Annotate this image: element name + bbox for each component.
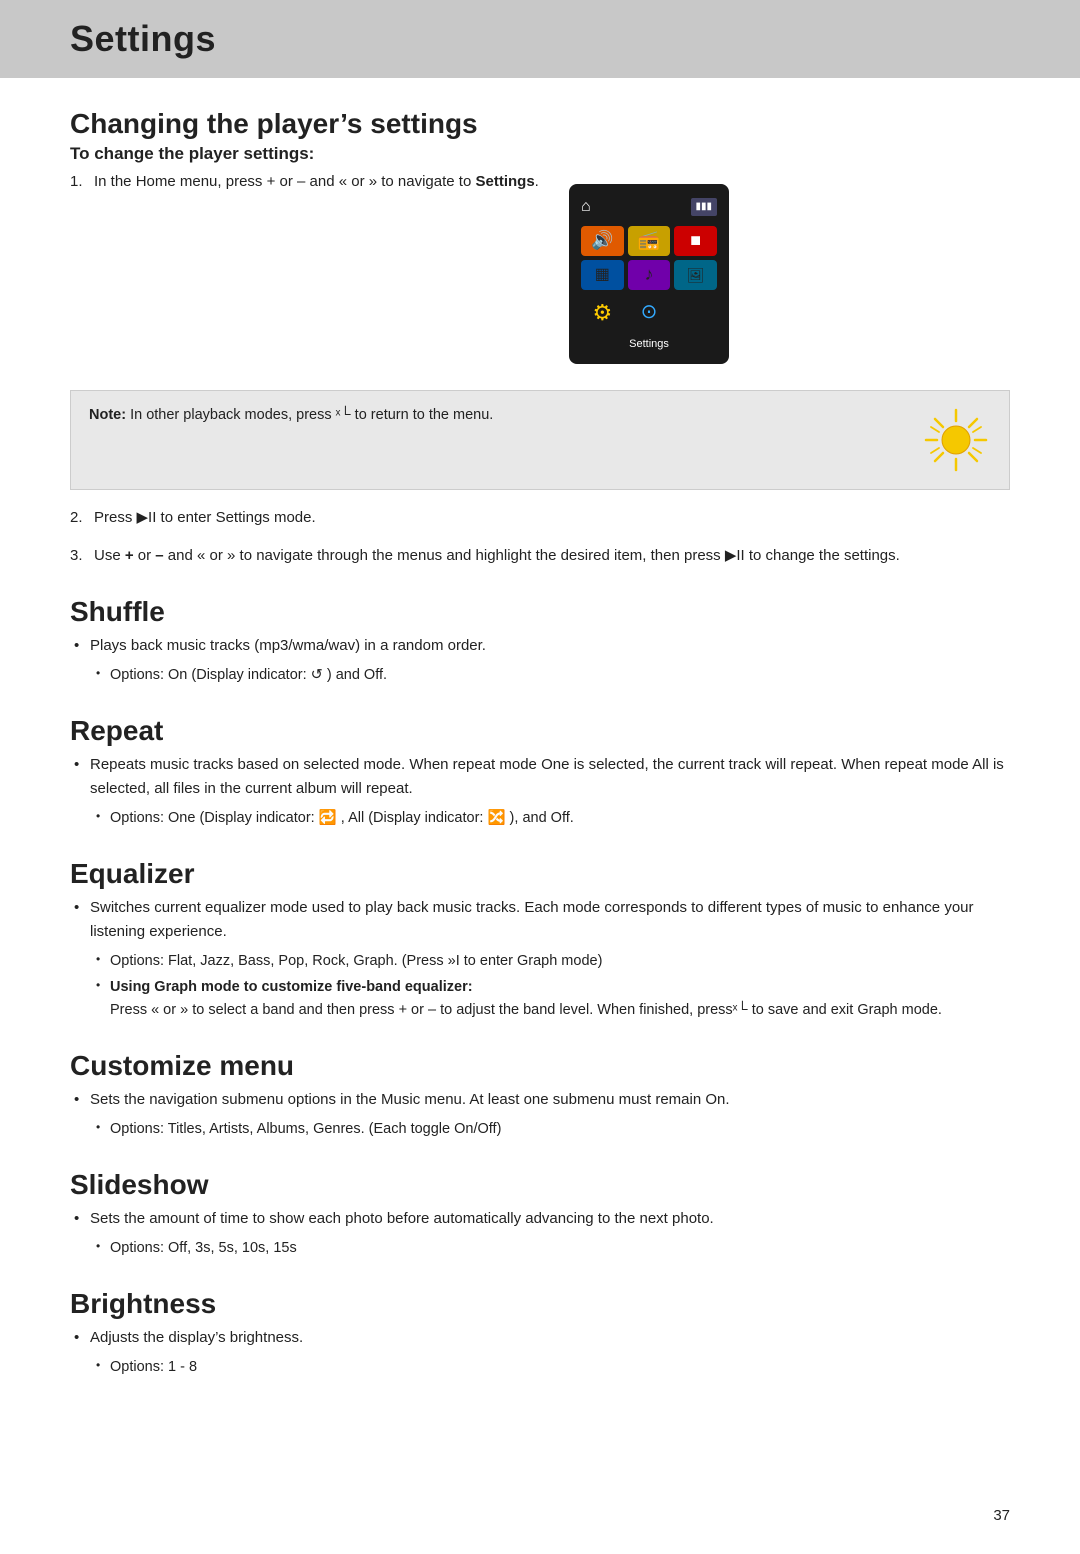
step-2-text: Press ▶II to enter Settings mode.: [94, 509, 316, 526]
section-changing-settings: Changing the player’s settings To change…: [70, 108, 1010, 568]
cell-empty: [674, 294, 717, 331]
changing-settings-subtitle: To change the player settings:: [70, 144, 1010, 164]
cell-circle: ⊙: [628, 294, 671, 331]
device-settings-label: Settings: [577, 334, 721, 356]
changing-settings-title: Changing the player’s settings: [70, 108, 1010, 140]
step-2: 2. Press ▶II to enter Settings mode.: [70, 506, 1010, 530]
equalizer-graph-label: Using Graph mode to customize five-band …: [110, 979, 473, 995]
brightness-sub-bullet: Options: 1 - 8: [94, 1356, 1010, 1379]
slideshow-title: Slideshow: [70, 1169, 1010, 1201]
sun-icon: [921, 405, 991, 475]
note-content: In other playback modes, press ˣ└ to ret…: [130, 407, 493, 423]
device-screen: ⌂ ▮▮▮ 🔊 📻 ■ ▦ ♪ 🖼 ⚙ ⊙: [577, 192, 721, 356]
slideshow-sub-list: Options: Off, 3s, 5s, 10s, 15s: [94, 1237, 1010, 1260]
equalizer-sub-list: Options: Flat, Jazz, Bass, Pop, Rock, Gr…: [94, 950, 1010, 1022]
slideshow-bullet-list: Sets the amount of time to show each pho…: [70, 1207, 1010, 1260]
repeat-title: Repeat: [70, 715, 1010, 747]
page-number: 37: [993, 1507, 1010, 1524]
slideshow-bullet: Sets the amount of time to show each pho…: [70, 1207, 1010, 1231]
note-label: Note:: [89, 407, 126, 423]
equalizer-bullet-list: Switches current equalizer mode used to …: [70, 896, 1010, 1022]
equalizer-graph-text: Press « or » to select a band and then p…: [110, 1002, 942, 1018]
step-3-text: Use + or – and « or » to navigate throug…: [94, 547, 900, 564]
repeat-bullet-list: Repeats music tracks based on selected m…: [70, 753, 1010, 830]
equalizer-title: Equalizer: [70, 858, 1010, 890]
customize-menu-title: Customize menu: [70, 1050, 1010, 1082]
device-grid: 🔊 📻 ■ ▦ ♪ 🖼 ⚙ ⊙: [577, 222, 721, 335]
battery-icon: ▮▮▮: [691, 198, 718, 216]
step-1: 1. In the Home menu, press + or – and « …: [70, 170, 1010, 374]
section-slideshow: Slideshow Sets the amount of time to sho…: [70, 1169, 1010, 1260]
note-box: Note: In other playback modes, press ˣ└ …: [70, 390, 1010, 490]
cell-settings: ⚙: [581, 294, 624, 331]
section-equalizer: Equalizer Switches current equalizer mod…: [70, 858, 1010, 1022]
device-screenshot: ⌂ ▮▮▮ 🔊 📻 ■ ▦ ♪ 🖼 ⚙ ⊙: [569, 184, 729, 364]
section-repeat: Repeat Repeats music tracks based on sel…: [70, 715, 1010, 830]
customize-menu-bullet-list: Sets the navigation submenu options in t…: [70, 1088, 1010, 1141]
slideshow-sub-bullet: Options: Off, 3s, 5s, 10s, 15s: [94, 1237, 1010, 1260]
page: Settings Changing the player’s settings …: [0, 0, 1080, 1554]
equalizer-sub-bullet-2: Using Graph mode to customize five-band …: [94, 976, 1010, 1022]
note-text: Note: In other playback modes, press ˣ└ …: [89, 405, 905, 427]
shuffle-bullet-list: Plays back music tracks (mp3/wma/wav) in…: [70, 634, 1010, 687]
step-3: 3. Use + or – and « or » to navigate thr…: [70, 544, 1010, 568]
customize-menu-bullet: Sets the navigation submenu options in t…: [70, 1088, 1010, 1112]
repeat-sub-bullet: Options: One (Display indicator: 🔁 , All…: [94, 807, 1010, 830]
customize-menu-sub-bullet: Options: Titles, Artists, Albums, Genres…: [94, 1118, 1010, 1141]
section-shuffle: Shuffle Plays back music tracks (mp3/wma…: [70, 596, 1010, 687]
shuffle-bullet: Plays back music tracks (mp3/wma/wav) in…: [70, 634, 1010, 658]
cell-video: ■: [674, 226, 717, 256]
cell-radio: 📻: [628, 226, 671, 256]
brightness-bullet: Adjusts the display’s brightness.: [70, 1326, 1010, 1350]
cell-photos: ▦: [581, 260, 624, 290]
repeat-sub-list: Options: One (Display indicator: 🔁 , All…: [94, 807, 1010, 830]
shuffle-sub-bullet: Options: On (Display indicator: ↺ ) and …: [94, 664, 1010, 687]
cell-music: 🔊: [581, 226, 624, 256]
customize-menu-sub-list: Options: Titles, Artists, Albums, Genres…: [94, 1118, 1010, 1141]
cell-extras: 🖼: [674, 260, 717, 290]
home-icon: ⌂: [581, 194, 591, 220]
brightness-title: Brightness: [70, 1288, 1010, 1320]
shuffle-title: Shuffle: [70, 596, 1010, 628]
page-header: Settings: [0, 0, 1080, 78]
page-title: Settings: [70, 18, 1010, 60]
section-brightness: Brightness Adjusts the display’s brightn…: [70, 1288, 1010, 1379]
cell-notes: ♪: [628, 260, 671, 290]
repeat-bullet: Repeats music tracks based on selected m…: [70, 753, 1010, 801]
brightness-sub-list: Options: 1 - 8: [94, 1356, 1010, 1379]
equalizer-sub-bullet-1: Options: Flat, Jazz, Bass, Pop, Rock, Gr…: [94, 950, 1010, 973]
device-status-bar: ⌂ ▮▮▮: [577, 192, 721, 222]
section-customize-menu: Customize menu Sets the navigation subme…: [70, 1050, 1010, 1141]
brightness-bullet-list: Adjusts the display’s brightness. Option…: [70, 1326, 1010, 1379]
equalizer-bullet: Switches current equalizer mode used to …: [70, 896, 1010, 944]
shuffle-sub-list: Options: On (Display indicator: ↺ ) and …: [94, 664, 1010, 687]
step-1-text: In the Home menu, press + or – and « or …: [94, 173, 539, 190]
